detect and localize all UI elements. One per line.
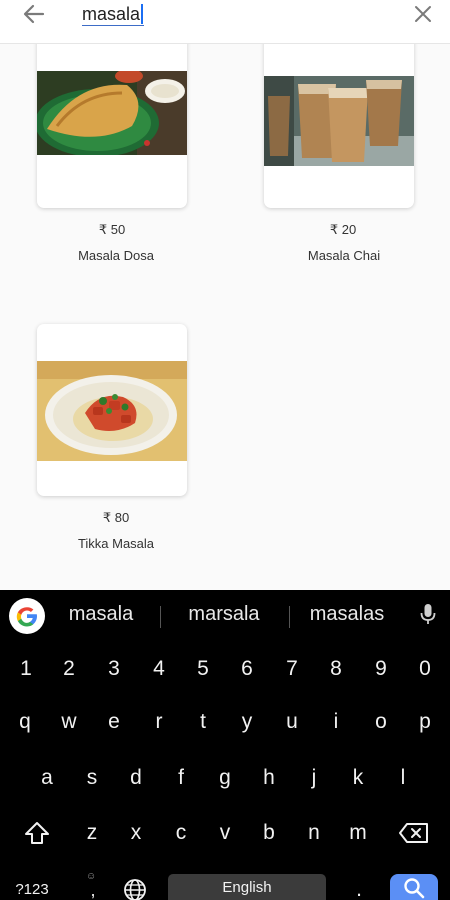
key-e[interactable]: e xyxy=(101,707,127,737)
key-5[interactable]: 5 xyxy=(190,654,216,684)
key-o[interactable]: o xyxy=(368,707,394,737)
shift-key[interactable] xyxy=(20,818,54,848)
search-icon xyxy=(404,878,425,899)
suggestion-bar: masala marsala masalas xyxy=(0,590,450,640)
key-1[interactable]: 1 xyxy=(13,654,39,684)
app-screen: masala ₹ 50 Masala Dosa ₹ 20 Masala Chai… xyxy=(0,0,450,900)
key-g[interactable]: g xyxy=(212,763,238,793)
key-3[interactable]: 3 xyxy=(101,654,127,684)
key-h[interactable]: h xyxy=(256,763,282,793)
close-icon xyxy=(415,6,431,22)
backspace-key[interactable] xyxy=(397,818,431,848)
key-f[interactable]: f xyxy=(168,763,194,793)
key-s[interactable]: s xyxy=(79,763,105,793)
suggestion-divider xyxy=(289,606,290,628)
suggestion-item[interactable]: masalas xyxy=(300,603,394,626)
key-y[interactable]: y xyxy=(234,707,260,737)
item-name: Tikka Masala xyxy=(77,536,155,551)
backspace-icon xyxy=(399,823,428,843)
key-n[interactable]: n xyxy=(301,818,327,848)
search-query-text: masala xyxy=(82,4,141,24)
masala-chai-photo xyxy=(264,76,414,166)
suggestion-item[interactable]: marsala xyxy=(178,603,270,626)
suggestion-divider xyxy=(160,606,161,628)
comma-key-label: , xyxy=(90,880,96,900)
key-q[interactable]: q xyxy=(12,707,38,737)
soft-keyboard: masala marsala masalas 1 2 3 4 5 6 7 8 9… xyxy=(0,590,450,900)
key-c[interactable]: c xyxy=(168,818,194,848)
search-input[interactable]: masala xyxy=(82,2,145,26)
period-key[interactable]: . xyxy=(346,875,372,900)
key-d[interactable]: d xyxy=(123,763,149,793)
key-8[interactable]: 8 xyxy=(323,654,349,684)
tikka-masala-photo xyxy=(37,361,187,461)
key-v[interactable]: v xyxy=(212,818,238,848)
space-bar[interactable]: English xyxy=(168,874,326,900)
result-card[interactable] xyxy=(37,44,187,208)
globe-icon xyxy=(124,879,146,900)
arrow-left-icon xyxy=(23,4,45,24)
language-key[interactable] xyxy=(120,875,150,900)
key-p[interactable]: p xyxy=(412,707,438,737)
key-0[interactable]: 0 xyxy=(412,654,438,684)
emoji-icon: ☺ xyxy=(86,871,97,882)
result-card[interactable] xyxy=(264,44,414,208)
result-card[interactable] xyxy=(37,324,187,496)
key-t[interactable]: t xyxy=(190,707,216,737)
masala-dosa-photo xyxy=(37,71,187,155)
key-a[interactable]: a xyxy=(34,763,60,793)
item-name: Masala Dosa xyxy=(78,248,154,263)
key-b[interactable]: b xyxy=(256,818,282,848)
key-r[interactable]: r xyxy=(146,707,172,737)
shift-icon xyxy=(25,822,49,844)
symbols-key[interactable]: ?123 xyxy=(6,875,58,900)
suggestion-item[interactable]: masala xyxy=(58,603,144,626)
clear-search-button[interactable] xyxy=(408,0,438,28)
key-i[interactable]: i xyxy=(323,707,349,737)
text-cursor xyxy=(141,4,144,24)
key-k[interactable]: k xyxy=(345,763,371,793)
key-m[interactable]: m xyxy=(344,818,372,848)
key-6[interactable]: 6 xyxy=(234,654,260,684)
key-w[interactable]: w xyxy=(56,707,82,737)
key-z[interactable]: z xyxy=(79,818,105,848)
key-4[interactable]: 4 xyxy=(146,654,172,684)
item-price: ₹ 80 xyxy=(102,510,130,525)
key-7[interactable]: 7 xyxy=(279,654,305,684)
search-action-key[interactable] xyxy=(390,874,438,900)
key-x[interactable]: x xyxy=(123,818,149,848)
key-2[interactable]: 2 xyxy=(56,654,82,684)
back-button[interactable] xyxy=(18,0,50,28)
key-l[interactable]: l xyxy=(390,763,416,793)
google-icon[interactable] xyxy=(9,598,45,634)
search-bar: masala xyxy=(0,0,450,44)
key-9[interactable]: 9 xyxy=(368,654,394,684)
key-u[interactable]: u xyxy=(279,707,305,737)
item-name: Masala Chai xyxy=(307,248,381,263)
item-price: ₹ 50 xyxy=(98,222,126,237)
search-results: ₹ 50 Masala Dosa ₹ 20 Masala Chai ₹ 80 T… xyxy=(0,44,450,590)
mic-icon[interactable] xyxy=(418,602,438,628)
key-j[interactable]: j xyxy=(301,763,327,793)
item-price: ₹ 20 xyxy=(329,222,357,237)
